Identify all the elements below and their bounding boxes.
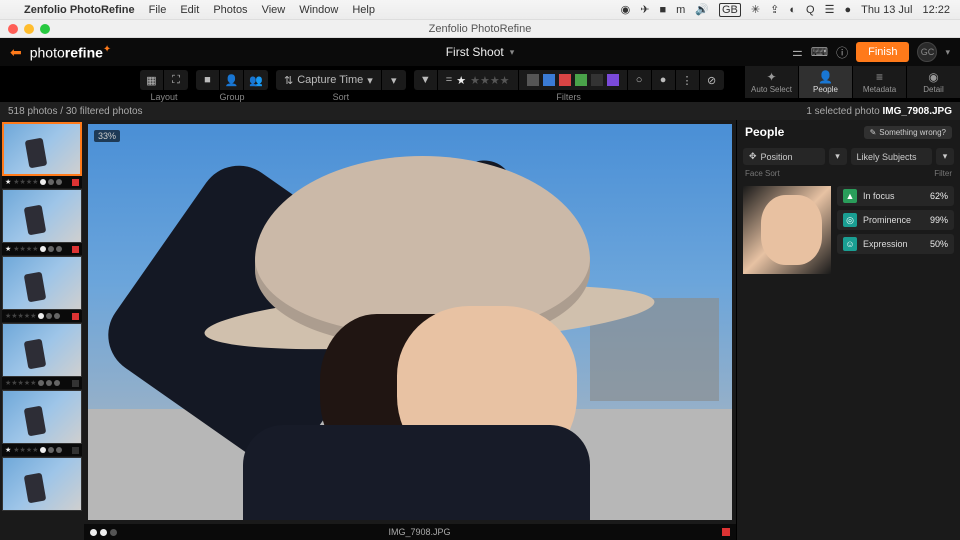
thumbnail[interactable]: [2, 457, 82, 511]
tab-detail[interactable]: ◉Detail: [906, 66, 960, 98]
panel-title: People: [745, 125, 784, 139]
status-icon[interactable]: 🔊: [695, 3, 709, 16]
right-tabs: ✦Auto Select 👤People ≡Metadata ◉Detail: [744, 66, 960, 98]
thumbnail[interactable]: ★★★★★: [2, 390, 82, 456]
tab-auto-select[interactable]: ✦Auto Select: [744, 66, 798, 98]
window-titlebar: Zenfolio PhotoRefine: [0, 20, 960, 38]
selected-label: 1 selected photo: [806, 106, 879, 117]
group-none-button[interactable]: ■: [196, 70, 220, 90]
face-sort-label: Face Sort: [745, 169, 780, 178]
layout-grid-button[interactable]: ▦: [140, 70, 164, 90]
photo-canvas[interactable]: 33%: [88, 124, 732, 520]
close-window-icon[interactable]: [8, 24, 18, 34]
viewer-filename: IMG_7908.JPG: [388, 527, 450, 537]
filter-funnel-button[interactable]: ▼: [414, 70, 438, 90]
status-icon[interactable]: m: [676, 4, 685, 16]
toolbar: ▦ ⛶ Layout ■ 👤 👥 Group ⇅ Capture Time ▾ …: [0, 66, 960, 102]
back-icon[interactable]: ⬅: [10, 44, 22, 61]
app-logo: photorefine✦: [30, 44, 112, 61]
group-people-button[interactable]: 👥: [244, 70, 268, 90]
menu-edit[interactable]: Edit: [180, 4, 199, 16]
status-icon[interactable]: ◐: [789, 4, 796, 16]
thumbnail[interactable]: ★★★★★: [2, 323, 82, 389]
metric-expression: ☺ Expression50%: [837, 234, 954, 254]
focus-icon: ▲: [843, 189, 857, 203]
status-icon[interactable]: ✳: [751, 3, 760, 16]
layout-fullscreen-button[interactable]: ⛶: [164, 70, 188, 90]
thumbnail[interactable]: ★★★★★: [2, 189, 82, 255]
expression-icon: ☺: [843, 237, 857, 251]
status-icon[interactable]: ●: [844, 4, 851, 16]
chevron-down-icon: ▾: [510, 47, 515, 58]
menubar-app-name[interactable]: Zenfolio PhotoRefine: [24, 4, 135, 16]
status-icon[interactable]: ⇪: [770, 3, 779, 16]
macos-menubar: Zenfolio PhotoRefine File Edit Photos Vi…: [0, 0, 960, 20]
info-icon[interactable]: ⓘ: [836, 44, 848, 61]
zoom-window-icon[interactable]: [40, 24, 50, 34]
group-label: Group: [219, 92, 244, 102]
filter-clear[interactable]: ⊘: [700, 70, 724, 90]
metric-focus: ▲ In focus62%: [837, 186, 954, 206]
thumbnail-strip[interactable]: ★★★★★ ★★★★★ ★★★★★ ★★★★★ ★★★★★: [0, 120, 84, 540]
window-title: Zenfolio PhotoRefine: [429, 23, 532, 35]
status-row: 518 photos / 30 filtered photos 1 select…: [0, 102, 960, 120]
filter-flagged[interactable]: ●: [652, 70, 676, 90]
minimize-window-icon[interactable]: [24, 24, 34, 34]
photo-viewer: 33% IMG_7908.JPG: [84, 120, 736, 540]
zoom-badge: 33%: [94, 130, 120, 142]
filter-unflagged[interactable]: ○: [628, 70, 652, 90]
list-icon: ≡: [876, 70, 883, 84]
position-dropdown[interactable]: ✥ Position: [743, 148, 825, 165]
filter-divider: ⋮: [676, 70, 700, 90]
input-lang[interactable]: GB: [719, 3, 741, 17]
avatar[interactable]: GC: [917, 42, 937, 62]
prominence-icon: ◎: [843, 213, 857, 227]
likely-caret[interactable]: ▾: [936, 148, 954, 165]
menu-help[interactable]: Help: [352, 4, 375, 16]
viewer-meta: IMG_7908.JPG: [84, 524, 736, 540]
sparkle-icon: ✦: [766, 70, 776, 84]
chevron-down-icon[interactable]: ▾: [945, 47, 950, 58]
status-icon[interactable]: Q: [806, 4, 815, 16]
filter-color[interactable]: [519, 70, 628, 90]
eye-icon: ◉: [928, 70, 938, 84]
people-panel: People ✎ Something wrong? ✥ Position ▾ L…: [736, 120, 960, 540]
app-header: ⬅ photorefine✦ First Shoot▾ ⚌ ⌨ ⓘ Finish…: [0, 38, 960, 66]
likely-subjects-dropdown[interactable]: Likely Subjects: [851, 148, 933, 165]
menu-file[interactable]: File: [149, 4, 167, 16]
group-person-button[interactable]: 👤: [220, 70, 244, 90]
menu-view[interactable]: View: [262, 4, 286, 16]
thumbnail[interactable]: ★★★★★: [2, 122, 82, 188]
menu-photos[interactable]: Photos: [213, 4, 247, 16]
filter-label: Filter: [934, 169, 952, 178]
metric-prominence: ◎ Prominence99%: [837, 210, 954, 230]
layout-label: Layout: [150, 92, 177, 102]
finish-button[interactable]: Finish: [856, 42, 909, 62]
sort-direction-button[interactable]: ▾: [382, 70, 406, 90]
position-caret[interactable]: ▾: [829, 148, 847, 165]
tab-metadata[interactable]: ≡Metadata: [852, 66, 906, 98]
status-icon[interactable]: ■: [659, 4, 666, 16]
filters-label: Filters: [556, 92, 581, 102]
menubar-time[interactable]: 12:22: [922, 4, 950, 16]
menubar-date[interactable]: Thu 13 Jul: [861, 4, 912, 16]
sliders-icon[interactable]: ⚌: [792, 45, 803, 59]
status-icon[interactable]: ✈: [640, 3, 649, 16]
tab-people[interactable]: 👤People: [798, 66, 852, 98]
keyboard-icon[interactable]: ⌨: [811, 45, 828, 59]
selected-filename: IMG_7908.JPG: [883, 106, 952, 117]
color-label-red[interactable]: [722, 528, 730, 536]
filter-rating[interactable]: = ★★★★★: [438, 70, 519, 90]
something-wrong-button[interactable]: ✎ Something wrong?: [864, 126, 952, 139]
photo-count: 518 photos / 30 filtered photos: [8, 106, 143, 117]
sort-label: Sort: [333, 92, 350, 102]
face-thumbnail[interactable]: [743, 186, 831, 274]
status-icon[interactable]: ◉: [621, 3, 631, 16]
sort-dropdown[interactable]: ⇅ Capture Time ▾: [276, 70, 382, 90]
person-icon: 👤: [818, 70, 833, 84]
project-dropdown[interactable]: First Shoot▾: [446, 45, 515, 59]
status-icon[interactable]: ☰: [825, 3, 835, 16]
thumbnail[interactable]: ★★★★★: [2, 256, 82, 322]
menu-window[interactable]: Window: [299, 4, 338, 16]
